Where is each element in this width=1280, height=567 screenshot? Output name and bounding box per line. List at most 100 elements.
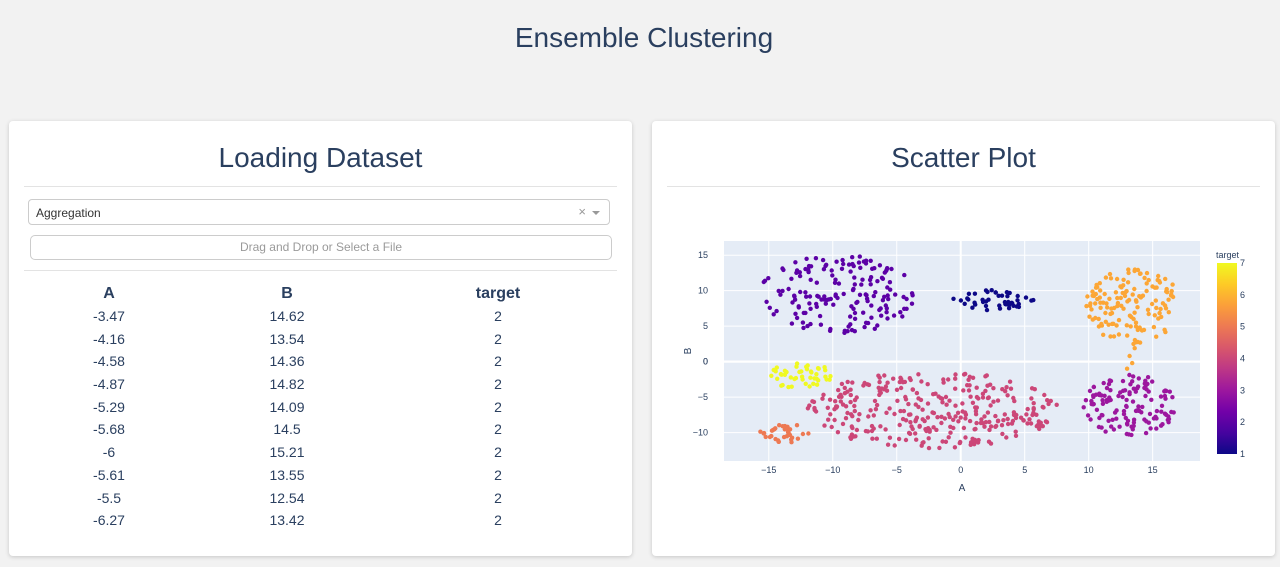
scatter-point xyxy=(1103,319,1108,324)
scatter-point xyxy=(972,291,978,296)
scatter-point xyxy=(916,372,921,377)
scatter-point xyxy=(958,298,964,303)
scatter-point xyxy=(814,382,820,387)
scatter-point xyxy=(923,427,928,432)
scatter-point xyxy=(1087,314,1092,319)
scatter-point xyxy=(794,270,799,275)
scatter-point xyxy=(956,419,961,424)
scatter-point xyxy=(789,435,795,440)
scatter-point xyxy=(860,277,865,282)
scatter-point xyxy=(841,291,846,297)
scatter-point xyxy=(1170,282,1175,287)
scatter-point xyxy=(902,306,907,311)
scatter-point xyxy=(973,302,978,307)
scatter-point xyxy=(1000,431,1005,437)
scatter-point xyxy=(937,445,942,451)
dataset-dropdown[interactable]: Aggregation × xyxy=(28,199,610,225)
scatter-point xyxy=(1002,299,1008,305)
scatter-point xyxy=(931,410,937,416)
scatter-point xyxy=(1043,419,1049,424)
scatter-point xyxy=(769,373,774,378)
scatter-point xyxy=(836,387,841,393)
file-upload-dropzone[interactable]: Drag and Drop or Select a File xyxy=(30,235,612,260)
scatter-point xyxy=(976,396,981,401)
scatter-point xyxy=(902,272,907,278)
scatter-point xyxy=(824,377,829,382)
y-tick-label: 15 xyxy=(698,250,708,260)
scatter-point xyxy=(855,299,860,305)
scatter-point xyxy=(885,293,890,298)
scatter-point xyxy=(1136,404,1141,409)
scatter-point xyxy=(960,401,965,406)
scatter-point xyxy=(758,429,763,434)
scatter-point xyxy=(839,266,845,271)
scatter-point xyxy=(894,387,900,392)
scatter-point xyxy=(1031,401,1036,406)
scatter-point xyxy=(968,394,973,399)
scatter-point xyxy=(871,293,876,299)
scatter-point xyxy=(794,364,799,369)
scatter-point xyxy=(885,380,890,385)
scatter-point xyxy=(850,380,855,385)
scatter-plot-card: Scatter Plot −15 −10 −5 0 5 10 15 −10 −5 0 5 10 15 0 A… xyxy=(652,121,1275,556)
scatter-point xyxy=(861,383,866,388)
scatter-point xyxy=(1091,384,1096,390)
scatter-point xyxy=(1154,408,1160,414)
scatter-point xyxy=(1124,323,1129,328)
scatter-point xyxy=(925,415,931,420)
scatter-point xyxy=(1142,275,1147,281)
scatter-point xyxy=(825,405,830,410)
scatter-point xyxy=(946,435,951,440)
scatter-point xyxy=(1102,291,1107,297)
scatter-point xyxy=(1121,411,1127,417)
scatter-point xyxy=(883,384,889,389)
scatter-point xyxy=(851,286,856,292)
scatter-point xyxy=(1137,340,1143,345)
scatter-point xyxy=(1116,332,1122,337)
scatter-point xyxy=(883,427,888,432)
scatter-point xyxy=(947,414,952,420)
scatter-point xyxy=(1100,398,1105,403)
scatter-point xyxy=(1118,295,1123,301)
clear-icon[interactable]: × xyxy=(578,204,586,219)
scatter-point xyxy=(790,300,795,305)
scatter-point xyxy=(1042,392,1047,398)
scatter-point xyxy=(816,294,821,299)
scatter-point xyxy=(793,260,798,265)
scatter-point xyxy=(1027,417,1032,422)
scatter-point xyxy=(852,282,857,287)
table-cell: -6.27 xyxy=(93,512,125,529)
scatter-point xyxy=(987,427,992,433)
scatter-point xyxy=(1134,299,1139,304)
scatter-chart[interactable]: −15 −10 −5 0 5 10 15−10−50510150AB target12345… xyxy=(652,121,1275,556)
scatter-point xyxy=(926,436,931,441)
chevron-down-icon[interactable] xyxy=(592,211,600,215)
scatter-point xyxy=(1141,327,1147,333)
scatter-point xyxy=(807,294,813,299)
scatter-point xyxy=(1008,386,1014,391)
scatter-point xyxy=(1123,415,1128,421)
scatter-point xyxy=(803,381,808,386)
scatter-point xyxy=(1162,389,1167,394)
table-cell: -3.47 xyxy=(93,308,125,324)
scatter-point xyxy=(773,369,778,374)
scatter-point xyxy=(798,289,803,295)
scatter-point xyxy=(942,416,948,421)
scatter-point xyxy=(858,265,863,270)
scatter-point xyxy=(852,329,857,334)
scatter-point xyxy=(1162,393,1168,399)
scatter-point xyxy=(892,443,897,448)
scatter-point xyxy=(792,293,797,298)
scatter-point xyxy=(980,299,986,305)
scatter-point xyxy=(779,383,784,388)
scatter-point xyxy=(961,425,967,431)
scatter-point xyxy=(1143,430,1149,436)
scatter-point xyxy=(1149,397,1154,402)
scatter-point xyxy=(962,301,967,306)
scatter-point xyxy=(1003,389,1008,394)
scatter-point xyxy=(839,394,844,399)
scatter-point xyxy=(845,410,850,416)
table-cell: 14.09 xyxy=(269,398,305,415)
scatter-point xyxy=(842,391,848,396)
scatter-point xyxy=(767,434,773,440)
